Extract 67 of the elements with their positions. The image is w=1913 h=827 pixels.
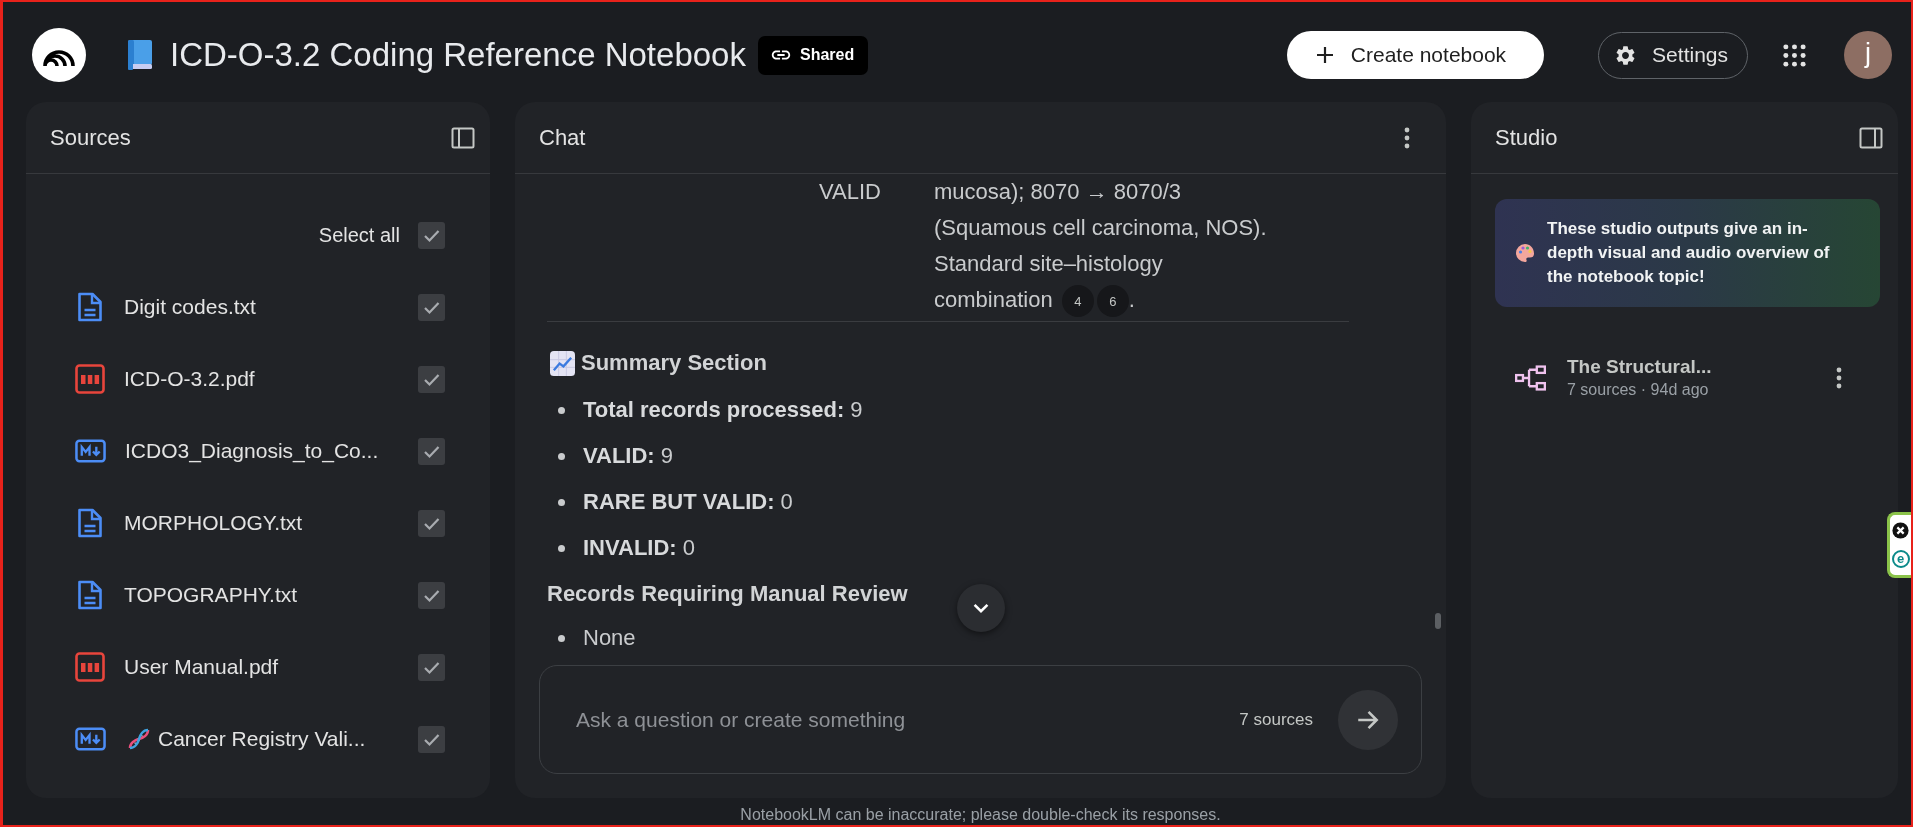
- bullet-icon: [558, 452, 565, 460]
- book-icon: [125, 39, 155, 71]
- checkbox[interactable]: [418, 509, 445, 537]
- pdf-file-icon: [75, 652, 105, 682]
- list-item: VALID: 9: [583, 442, 674, 470]
- section-heading: Records Requiring Manual Review: [547, 580, 908, 608]
- create-notebook-button[interactable]: Create notebook: [1286, 31, 1545, 79]
- close-icon[interactable]: [1892, 522, 1909, 540]
- source-name[interactable]: ICDO3_Diagnosis_to_Co...: [125, 439, 379, 463]
- palette-icon: [1515, 243, 1535, 263]
- note-meta: 7 sources · 94d ago: [1567, 380, 1709, 400]
- source-count: 7 sources: [1239, 709, 1313, 730]
- list-item: INVALID: 0: [583, 534, 696, 562]
- checkbox[interactable]: [418, 653, 445, 681]
- source-name[interactable]: TOPOGRAPHY.txt: [124, 583, 298, 607]
- logo-icon[interactable]: [32, 28, 86, 82]
- more-options-icon[interactable]: [1404, 126, 1410, 149]
- pdf-file-icon: [75, 364, 105, 394]
- section-heading: Summary Section: [581, 349, 767, 377]
- account-avatar[interactable]: j: [1844, 31, 1892, 79]
- plus-icon: [1315, 46, 1334, 64]
- more-options-icon[interactable]: [1836, 367, 1842, 389]
- table-cell-text: VALID: [819, 178, 881, 206]
- panel-toggle-icon[interactable]: [451, 125, 475, 150]
- select-all-label[interactable]: Select all: [318, 223, 400, 247]
- notebook-title: ICD-O-3.2 Coding Reference Notebook: [170, 36, 746, 74]
- source-name[interactable]: MORPHOLOGY.txt: [124, 511, 303, 535]
- note-title[interactable]: The Structural...: [1567, 355, 1712, 379]
- text-file-icon: [77, 580, 103, 610]
- mind-map-icon: [1515, 365, 1546, 391]
- chart-icon: [550, 350, 575, 376]
- scroll-down-button[interactable]: [957, 584, 1005, 632]
- checkbox[interactable]: [418, 581, 445, 609]
- panel-title: Sources: [50, 124, 131, 151]
- bullet-icon: [558, 406, 565, 414]
- source-name[interactable]: Digit codes.txt: [124, 295, 256, 319]
- extension-logo[interactable]: e: [1891, 549, 1910, 568]
- source-name[interactable]: User Manual.pdf: [124, 655, 279, 679]
- share-button[interactable]: Shared: [757, 35, 869, 75]
- text-file-icon: [77, 508, 103, 538]
- bullet-icon: [558, 634, 565, 642]
- list-item: Total records processed: 9: [583, 396, 863, 424]
- panel-toggle-icon[interactable]: [1859, 125, 1883, 150]
- panel-title: Studio: [1495, 124, 1558, 151]
- scrollbar-thumb[interactable]: [1435, 613, 1441, 629]
- question-input[interactable]: Ask a question or create something: [576, 703, 1240, 736]
- disclaimer-text: NotebookLM can be inaccurate; please double-check its responses.: [740, 806, 1221, 823]
- bullet-icon: [558, 498, 565, 506]
- citation-link[interactable]: 4: [1061, 285, 1094, 318]
- table-cell: mucosa); 8070 → 8070/3 (Squamous cell carcinoma, NOS). Standard site–histology combination 4 6 .: [934, 174, 1279, 318]
- source-name[interactable]: Cancer Registry Vali...: [158, 727, 366, 751]
- citation-link[interactable]: 6: [1096, 285, 1129, 318]
- banner-text: These studio outputs give an in-depth visual and audio overview of the notebook topic!: [1547, 218, 1831, 288]
- markdown-file-icon: [75, 439, 106, 463]
- text-file-icon: [77, 292, 103, 322]
- bullet-icon: [558, 544, 565, 552]
- checkbox[interactable]: [418, 365, 445, 393]
- checkbox[interactable]: [418, 221, 445, 249]
- markdown-file-icon: [75, 727, 106, 751]
- checkbox[interactable]: [418, 293, 445, 321]
- checkbox[interactable]: [418, 725, 445, 753]
- list-item: None: [583, 624, 636, 652]
- apps-grid-icon[interactable]: [1783, 43, 1806, 67]
- panel-title: Chat: [539, 124, 586, 151]
- list-item: RARE BUT VALID: 0: [583, 488, 793, 516]
- checkbox[interactable]: [418, 437, 445, 465]
- source-name[interactable]: ICD-O-3.2.pdf: [124, 367, 255, 391]
